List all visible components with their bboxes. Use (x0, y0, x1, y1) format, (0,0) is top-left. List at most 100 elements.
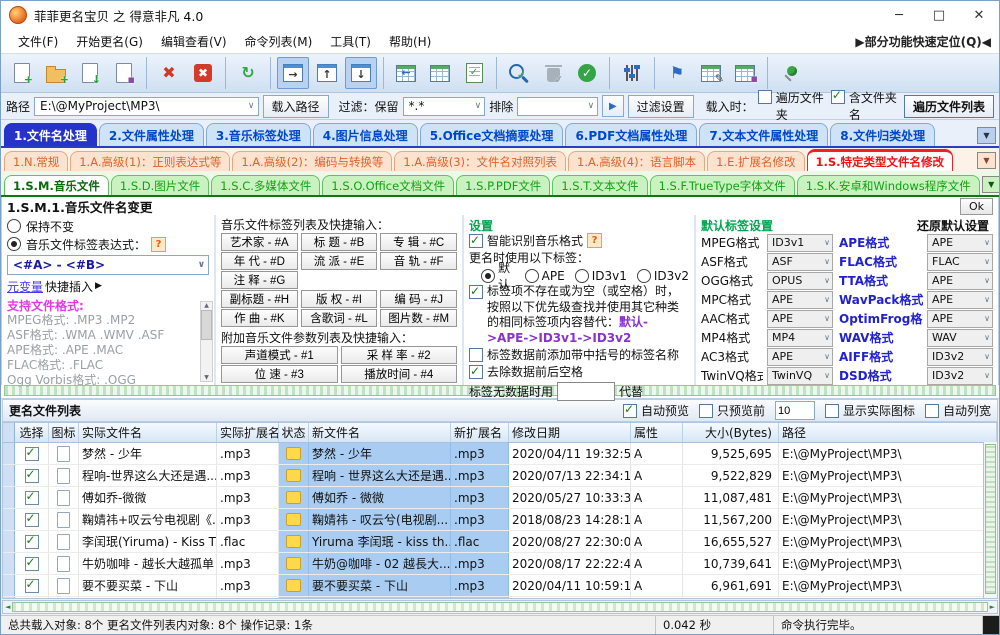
tag-expression-radio[interactable]: 音乐文件标签表达式： ? (7, 235, 209, 253)
export-list-button[interactable]: ▪ (729, 57, 761, 89)
tag-type-radio[interactable]: APE (525, 267, 565, 285)
auto-column-width-checkbox[interactable]: 自动列宽 (925, 402, 991, 419)
remove-all-button[interactable]: ✖ (187, 57, 219, 89)
cell-actual-name[interactable]: 程响-世界这么大还是遇... (79, 465, 217, 486)
tag-type-radio[interactable]: ID3v1 (575, 267, 627, 285)
cell-actual-name[interactable]: 牛奶咖啡 - 越长大越孤单 (79, 553, 217, 574)
cell-actual-ext[interactable]: .mp3 (217, 575, 279, 596)
row-selector[interactable] (3, 553, 15, 574)
tag-type-select[interactable]: ID3v2 (927, 367, 993, 385)
cell-new-ext[interactable]: .flac (451, 531, 509, 552)
cell-new-ext[interactable]: .mp3 (451, 487, 509, 508)
table-row[interactable]: 鞠婧祎+叹云兮电视剧《... .mp3 鞠婧祎 - 叹云兮(电视剧... .mp… (3, 509, 997, 531)
tab-item[interactable]: 4.图片信息处理 (313, 123, 418, 146)
tab-item[interactable]: 1.E.扩展名修改 (707, 151, 804, 171)
row-selector[interactable] (3, 575, 15, 596)
tag-type-select[interactable]: APE (927, 272, 993, 290)
minimize-button[interactable]: ─ (879, 1, 919, 29)
table-row[interactable]: 李闰珉(Yiruma) - Kiss T... .flac Yiruma 李闰珉… (3, 531, 997, 553)
resize-grip[interactable] (983, 616, 999, 634)
cell-new-name[interactable]: 鞠婧祎 - 叹云兮(电视剧... (309, 509, 451, 530)
cell-new-name[interactable]: 梦然 - 少年 (309, 443, 451, 464)
column-header-date[interactable]: 修改日期 (509, 423, 631, 442)
menu-edit-view[interactable]: 编辑查看(V) (152, 33, 236, 50)
tag-insert-button[interactable]: 含歌词 - #L (301, 309, 378, 327)
help-icon[interactable]: ? (151, 237, 166, 252)
tab-item[interactable]: 1.A.高级(1)：正则表达式等 (70, 151, 230, 171)
column-header-select[interactable]: 选择 (15, 423, 49, 442)
auto-preview-checkbox[interactable]: 自动预览 (623, 402, 689, 419)
param-insert-button[interactable]: 播放时间 - #4 (341, 365, 458, 383)
panel-down-button[interactable]: ↓ (345, 57, 377, 89)
tag-insert-button[interactable]: 音 轨 - #F (380, 252, 457, 270)
fallback-checkbox[interactable]: 标签项不存在或为空（或空格）时，按照以下优先级查找并使用其它种类的相同标签项内容… (469, 284, 689, 346)
cell-actual-name[interactable]: 庄心妍 - 一万个舍不得 (79, 597, 217, 599)
tag-insert-button[interactable]: 流 派 - #E (301, 252, 378, 270)
cell-new-ext[interactable]: .mp3 (451, 553, 509, 574)
table-row[interactable]: 要不要买菜 - 下山 .mp3 要不要买菜 - 下山 .mp3 2020/04/… (3, 575, 997, 597)
cell-actual-ext[interactable]: .mp3 (217, 443, 279, 464)
tab-item[interactable]: 1.S.M.音乐文件 (4, 175, 109, 195)
row-checkbox[interactable] (15, 597, 49, 599)
cell-actual-name[interactable]: 傅如乔-微微 (79, 487, 217, 508)
tag-insert-button[interactable]: 图片数 - #M (380, 309, 457, 327)
expression-combobox[interactable]: <#A> - <#B> (7, 255, 209, 275)
ok-button[interactable]: Ok (960, 198, 993, 215)
refresh-button[interactable]: ↻ (232, 57, 264, 89)
row-checkbox[interactable] (15, 443, 49, 464)
preview-search-button[interactable]: ✓ (503, 57, 535, 89)
preview-first-checkbox[interactable]: 只预览前 (699, 402, 765, 419)
close-button[interactable]: ✕ (959, 1, 999, 29)
tab-item[interactable]: 1.A.高级(4)：语言脚本 (568, 151, 705, 171)
tab-item[interactable]: 1.S.T.文本文件 (552, 175, 647, 195)
tag-insert-button[interactable]: 作 曲 - #K (221, 309, 298, 327)
quick-locate-button[interactable]: ▶部分功能快速定位(Q)◀ (855, 33, 991, 50)
tab-item[interactable]: 1.S.P.PDF文件 (456, 175, 550, 195)
tab-item[interactable]: 2.文件属性处理 (99, 123, 204, 146)
tag-type-select[interactable]: APE (767, 291, 833, 309)
include-folder-name-checkbox[interactable]: 含文件夹名 (831, 89, 900, 123)
tag-insert-button[interactable]: 艺术家 - #A (221, 233, 298, 251)
column-header-attr[interactable]: 属性 (631, 423, 683, 442)
check-options-button[interactable]: ✓ (458, 57, 490, 89)
table-row[interactable]: 傅如乔-微微 .mp3 傅如乔 - 微微 .mp3 2020/05/27 10:… (3, 487, 997, 509)
param-insert-button[interactable]: 位 速 - #3 (221, 365, 338, 383)
save-file-list-button[interactable]: ▪ (108, 57, 140, 89)
column-view-button[interactable] (424, 57, 456, 89)
row-checkbox[interactable] (15, 487, 49, 508)
pin-button[interactable] (774, 57, 806, 89)
tag-insert-button[interactable]: 注 释 - #G (221, 271, 298, 289)
cell-actual-ext[interactable]: .mp3 (217, 509, 279, 530)
panel-up-button[interactable]: ↑ (311, 57, 343, 89)
row-selector[interactable] (3, 531, 15, 552)
tab-item[interactable]: 1.A.高级(3)：文件名对照列表 (394, 151, 566, 171)
tab-item[interactable]: 1.S.C.多媒体文件 (211, 175, 320, 195)
filter-keep-combobox[interactable]: *.* (403, 97, 486, 116)
cell-new-name[interactable]: 要不要买菜 - 下山 (309, 575, 451, 596)
cell-new-name[interactable]: Yiruma 李闰珉 - kiss th... (309, 531, 451, 552)
tune-options-button[interactable] (616, 57, 648, 89)
help-icon[interactable]: ? (587, 233, 602, 248)
tag-type-select[interactable]: MP4 (767, 329, 833, 347)
cell-actual-ext[interactable]: .mp3 (217, 553, 279, 574)
tab-item[interactable]: 1.S.特定类型文件名修改 (807, 149, 954, 171)
column-header-path[interactable]: 路径 (779, 423, 997, 442)
cell-actual-ext[interactable]: .mp3 (217, 597, 279, 599)
tag-insert-button[interactable]: 副标题 - #H (221, 290, 298, 308)
table-row[interactable]: 程响-世界这么大还是遇... .mp3 程响 - 世界这么大还是遇... .mp… (3, 465, 997, 487)
tag-type-select[interactable]: ID3v1 (767, 234, 833, 252)
walk-file-list-button[interactable]: 遍历文件列表 (904, 95, 994, 118)
apply-filter-icon[interactable]: ▶ (602, 95, 624, 117)
add-files-button[interactable]: + (6, 57, 38, 89)
row-checkbox[interactable] (15, 575, 49, 596)
tab-item[interactable]: 1.文件名处理 (4, 123, 97, 146)
load-path-button[interactable]: 载入路径 (263, 95, 329, 118)
smart-detect-checkbox[interactable]: 智能识别音乐格式 ? (469, 233, 689, 249)
tag-type-select[interactable]: TwinVQ (767, 367, 833, 385)
cell-new-name[interactable]: 程响 - 世界这么大还是遇... (309, 465, 451, 486)
add-folder-button[interactable]: + (40, 57, 72, 89)
filter-settings-button[interactable]: 过滤设置 (628, 95, 694, 118)
tag-type-select[interactable]: APE (927, 234, 993, 252)
menu-rename[interactable]: 开始更名(G) (67, 33, 152, 50)
trim-spaces-checkbox[interactable]: 去除数据前后空格 (469, 364, 689, 380)
